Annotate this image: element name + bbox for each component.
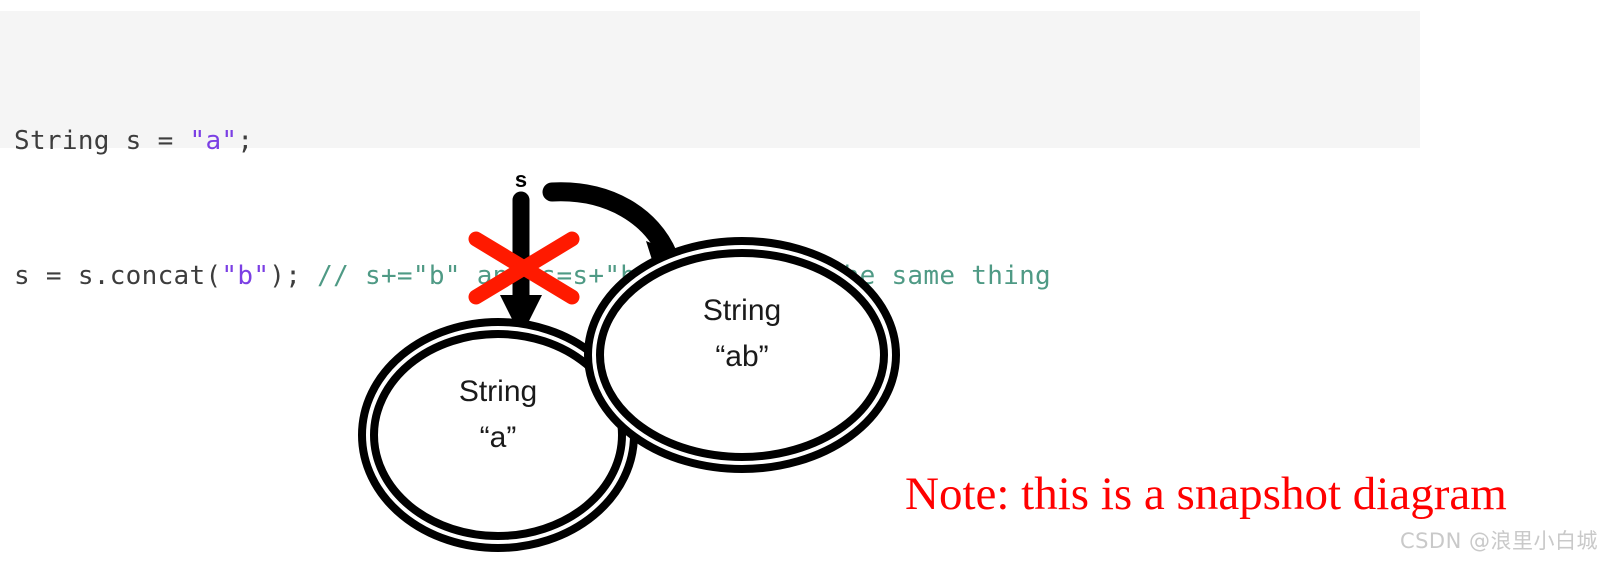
note-text: Note: this is a snapshot diagram [905, 468, 1507, 520]
code-token-plain: String s = [14, 126, 190, 156]
snapshot-diagram: String “a” String “ab” s [330, 155, 930, 555]
node-string-a-type: String [459, 375, 537, 408]
node-string-ab-value: “ab” [715, 340, 768, 373]
code-token-string: "a" [189, 126, 238, 156]
code-token-plain: ; [237, 126, 254, 156]
variable-label-s: s [515, 167, 527, 192]
code-token-plain: ); [269, 261, 318, 291]
code-token-string: "b" [221, 261, 270, 291]
node-string-ab: String “ab” [584, 237, 900, 473]
node-string-a-value: “a” [480, 421, 517, 454]
code-snippet-block: String s = "a"; s = s.concat("b"); // s+… [0, 11, 1420, 291]
csdn-watermark: CSDN @浪里小白城 [1399, 529, 1598, 553]
code-token-plain: s = s.concat( [14, 261, 222, 291]
node-string-ab-type: String [703, 294, 781, 327]
